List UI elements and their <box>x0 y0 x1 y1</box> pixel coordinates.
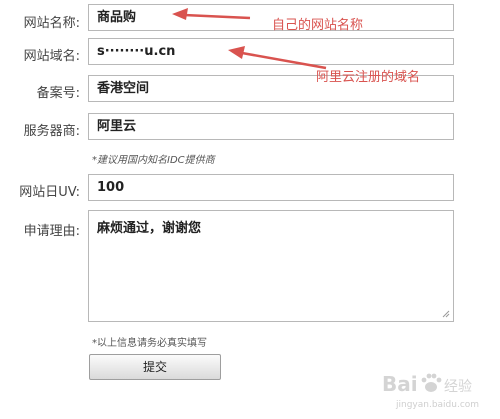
site-name-annotation: 自己的网站名称 <box>272 18 364 33</box>
paw-logo-icon <box>421 373 442 392</box>
daily-uv-input[interactable]: 100 <box>88 174 454 201</box>
domain-annotation: 阿里云注册的域名 <box>316 70 421 85</box>
watermark-brand: Bai <box>382 372 418 396</box>
reason-textarea[interactable]: 麻烦通过，谢谢您 <box>88 210 454 322</box>
daily-uv-label: 网站日UV: <box>19 185 80 200</box>
site-name-label: 网站名称: <box>23 16 80 31</box>
red-arrow-icon <box>172 8 251 20</box>
resize-handle-icon[interactable] <box>442 310 450 318</box>
baidu-watermark: Bai 经验 jingyan.baidu.com <box>382 370 498 416</box>
red-arrow-icon <box>228 46 327 70</box>
provider-input[interactable]: 阿里云 <box>88 113 454 140</box>
submit-button[interactable]: 提交 <box>89 354 221 380</box>
site-name-input[interactable]: 商品购 <box>88 4 454 31</box>
record-no-label: 备案号: <box>36 86 80 101</box>
reason-label: 申请理由: <box>23 224 80 239</box>
footer-note: *以上信息请务必真实填写 <box>92 338 207 349</box>
watermark-suffix: 经验 <box>444 379 472 395</box>
provider-label: 服务器商: <box>23 124 80 139</box>
watermark-url: jingyan.baidu.com <box>396 400 480 410</box>
site-domain-label: 网站域名: <box>23 49 80 64</box>
reason-text: 麻烦通过，谢谢您 <box>97 221 202 236</box>
provider-hint: *建议用国内知名IDC提供商 <box>92 155 215 166</box>
